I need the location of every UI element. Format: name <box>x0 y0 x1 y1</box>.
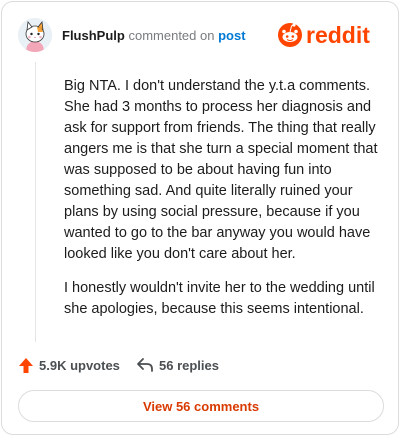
reply-arrow-icon <box>137 358 153 372</box>
brand-wordmark: reddit <box>306 22 370 48</box>
upvote-button[interactable]: 5.9K upvotes <box>18 354 120 376</box>
avatar[interactable] <box>18 18 52 52</box>
reddit-logo-icon: reddit <box>278 22 370 48</box>
comment-meta: FlushPulp commented on post <box>62 28 246 43</box>
username[interactable]: FlushPulp <box>62 28 125 43</box>
comment-header: FlushPulp commented on post reddit <box>18 18 382 52</box>
comment-body: Big NTA. I don't understand the y.t.a co… <box>64 76 390 333</box>
reply-count: 56 replies <box>159 357 219 373</box>
comment-paragraph: I honestly wouldn't invite her to the we… <box>64 280 375 317</box>
view-comments-button[interactable]: View 56 comments <box>18 390 384 422</box>
avatar-cat-icon <box>18 18 52 52</box>
upvote-count: 5.9K upvotes <box>39 357 120 373</box>
commented-on-text: commented on <box>128 28 215 43</box>
upvote-arrow-icon <box>19 357 33 373</box>
replies-button[interactable]: 56 replies <box>136 354 219 376</box>
post-link[interactable]: post <box>218 28 245 43</box>
comment-card: FlushPulp commented on post reddit Big N… <box>1 1 399 435</box>
comment-paragraph: Big NTA. I don't understand the y.t.a co… <box>64 78 378 262</box>
thread-line[interactable] <box>35 62 36 342</box>
reddit-logo[interactable]: reddit <box>276 18 382 52</box>
